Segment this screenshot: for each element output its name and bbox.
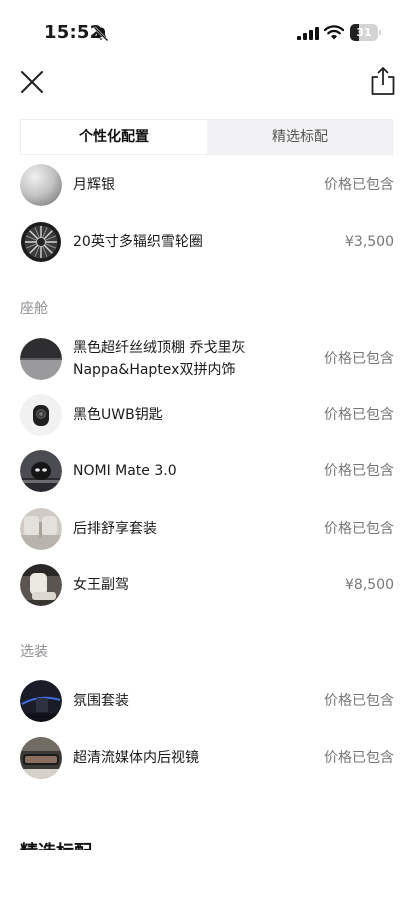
battery-icon: 31 <box>350 24 378 41</box>
list-item-rearview-mirror[interactable]: 超清流媒体内后视镜 价格已包含 <box>20 735 394 781</box>
nomi-robot-icon <box>20 450 62 492</box>
list-item-queen-seat[interactable]: 女王副驾 ¥8,500 <box>20 562 394 608</box>
list-item-uwb-key[interactable]: 黑色UWB钥匙 价格已包含 <box>20 392 394 438</box>
silver-paint-swatch-icon <box>20 164 62 206</box>
bell-muted-icon <box>93 26 109 42</box>
item-price: 价格已包含 <box>324 750 394 766</box>
wheel-rim-icon <box>20 221 62 263</box>
item-name: 后排舒享套装 <box>73 521 157 537</box>
car-key-icon <box>20 394 62 436</box>
item-name: 黑色UWB钥匙 <box>73 407 163 423</box>
wifi-icon <box>324 25 344 40</box>
item-price: 价格已包含 <box>324 177 394 193</box>
item-name: NOMI Mate 3.0 <box>73 463 177 479</box>
config-tabs: 个性化配置 精选标配 <box>20 119 393 155</box>
item-price: ¥3,500 <box>345 234 394 250</box>
item-name: 月辉银 <box>73 177 115 193</box>
close-button[interactable] <box>18 68 46 96</box>
share-icon <box>371 67 395 95</box>
tab-featured-standard[interactable]: 精选标配 <box>207 120 393 154</box>
tab-personalized-config[interactable]: 个性化配置 <box>21 120 207 154</box>
item-price: 价格已包含 <box>324 521 394 537</box>
ambient-light-icon <box>20 680 62 722</box>
item-name: 黑色超纤丝绒顶棚 乔戈里灰 Nappa&Haptex双拼内饰 <box>73 336 245 382</box>
list-item-rear-comfort[interactable]: 后排舒享套装 价格已包含 <box>20 506 394 552</box>
item-name: 女王副驾 <box>73 577 129 593</box>
section-title-options: 选装 <box>20 644 48 660</box>
interior-swatch-icon <box>20 338 62 380</box>
item-price: ¥8,500 <box>345 577 394 593</box>
list-item-paint[interactable]: 月辉银 价格已包含 <box>20 162 394 208</box>
passenger-seat-icon <box>20 564 62 606</box>
item-price: 价格已包含 <box>324 351 394 367</box>
item-price: 价格已包含 <box>324 693 394 709</box>
item-name: 氛围套装 <box>73 693 129 709</box>
item-name-line2: Nappa&Haptex双拼内饰 <box>73 362 236 378</box>
list-item-wheels[interactable]: 20英寸多辐织雪轮圈 ¥3,500 <box>20 219 394 265</box>
rear-seat-icon <box>20 508 62 550</box>
cellular-signal-icon <box>297 27 319 40</box>
item-name: 超清流媒体内后视镜 <box>73 750 199 766</box>
item-name-line1: 黑色超纤丝绒顶棚 乔戈里灰 <box>73 340 246 356</box>
item-name: 20英寸多辐织雪轮圈 <box>73 234 203 250</box>
list-item-ambient-kit[interactable]: 氛围套装 价格已包含 <box>20 678 394 724</box>
item-price: 价格已包含 <box>324 463 394 479</box>
rearview-mirror-icon <box>20 737 62 779</box>
close-icon <box>21 71 43 93</box>
status-bar: 15:52 31 <box>0 0 414 66</box>
item-price: 价格已包含 <box>324 407 394 423</box>
battery-cap <box>379 30 381 35</box>
share-button[interactable] <box>370 66 396 96</box>
list-item-nomi-mate[interactable]: NOMI Mate 3.0 价格已包含 <box>20 448 394 494</box>
battery-percentage: 31 <box>356 26 372 39</box>
section-title-featured-standard: 精选标配 <box>20 836 100 850</box>
list-item-interior[interactable]: 黑色超纤丝绒顶棚 乔戈里灰 Nappa&Haptex双拼内饰 价格已包含 <box>20 336 394 382</box>
section-title-cabin: 座舱 <box>20 301 48 317</box>
